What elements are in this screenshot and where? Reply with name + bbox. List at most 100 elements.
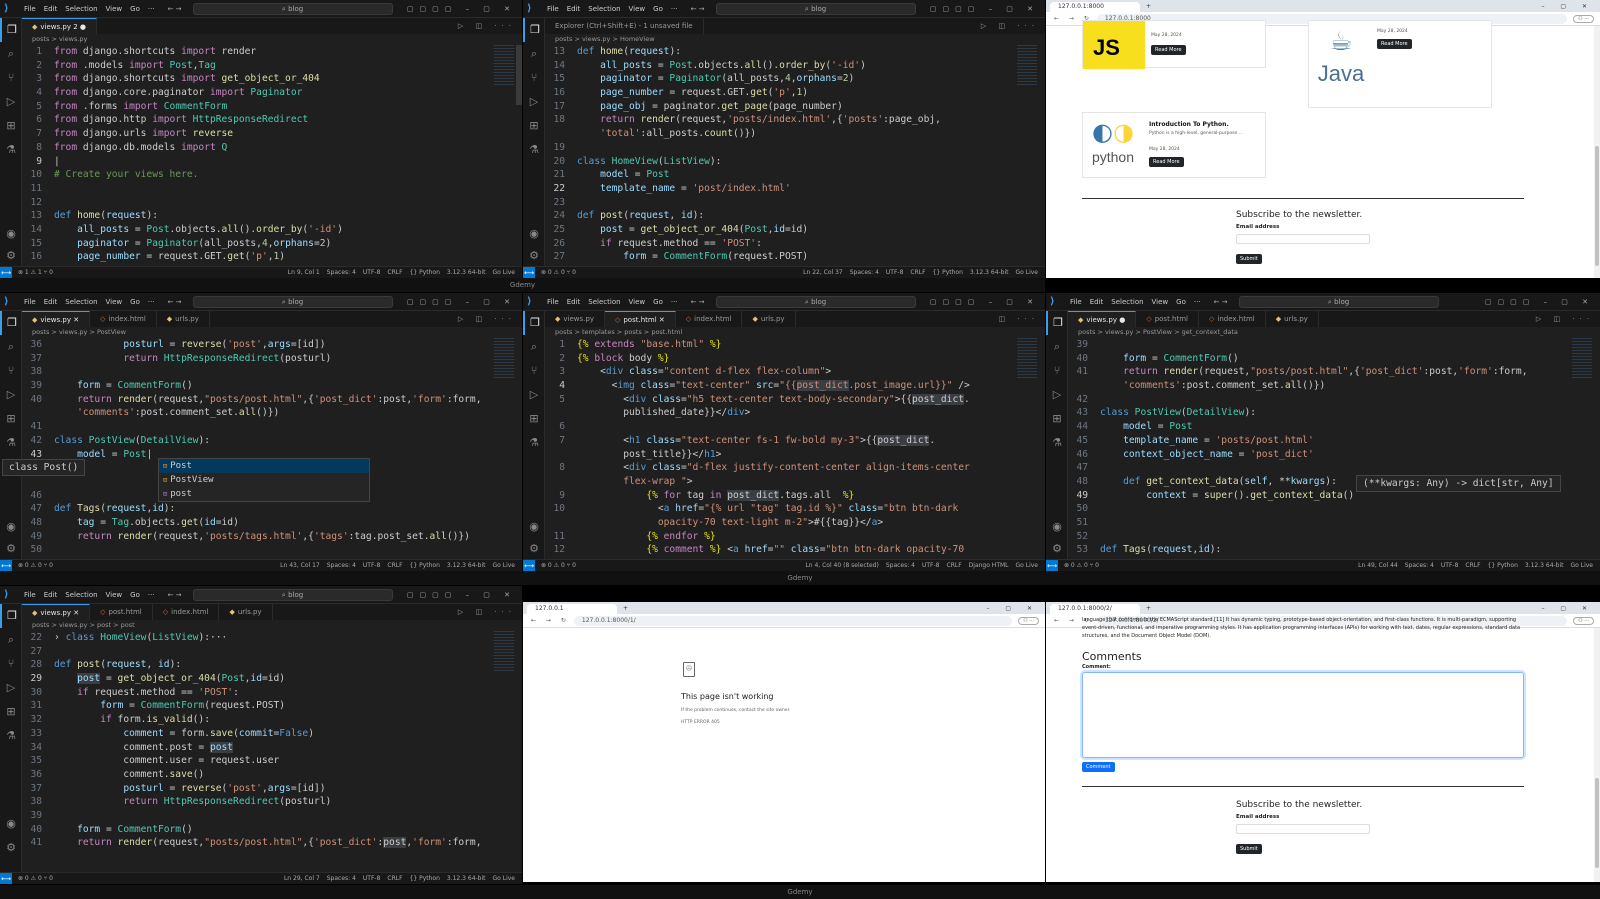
- menu-file[interactable]: File: [547, 298, 559, 306]
- menu-selection[interactable]: Selection: [65, 591, 97, 599]
- nav-arrows-icon[interactable]: ← →: [168, 591, 182, 599]
- indentation[interactable]: Spaces: 4: [327, 875, 356, 882]
- problems-count[interactable]: ⊗ 0 ⚠ 0 ⑂ 0: [18, 562, 53, 569]
- remote-icon[interactable]: ⟷: [0, 559, 12, 571]
- account-icon[interactable]: ◉: [1046, 515, 1068, 539]
- minimap[interactable]: [494, 45, 514, 85]
- explorer-icon[interactable]: ❐: [0, 311, 22, 335]
- menu-go[interactable]: Go: [1176, 298, 1186, 306]
- nav-arrows-icon[interactable]: ← →: [168, 5, 182, 13]
- search-icon[interactable]: ⌕: [0, 42, 22, 66]
- comment-button[interactable]: Comment: [1082, 762, 1115, 772]
- tab-post-html[interactable]: ◇ post.html ✕: [604, 311, 676, 327]
- indentation[interactable]: Spaces: 4: [327, 269, 356, 276]
- nav-arrows-icon[interactable]: ← →: [1214, 298, 1228, 306]
- minimap[interactable]: [1572, 338, 1592, 378]
- gear-icon[interactable]: ⚙: [0, 537, 22, 561]
- explorer-icon[interactable]: ❐: [1046, 311, 1068, 335]
- explorer-icon[interactable]: ❐: [0, 18, 22, 42]
- menu-edit[interactable]: Edit: [567, 298, 581, 306]
- account-icon[interactable]: ◉: [523, 222, 545, 246]
- editor-actions[interactable]: ▷ ◫ ···: [458, 604, 522, 620]
- menu-more[interactable]: ···: [671, 298, 678, 306]
- menu-edit[interactable]: Edit: [567, 5, 581, 13]
- code-editor[interactable]: 13 def home(request): 14 all_posts = Post…: [545, 45, 1045, 266]
- extensions-icon[interactable]: ⊞: [0, 407, 22, 431]
- nav-arrows-icon[interactable]: ← →: [691, 5, 705, 13]
- menu-file[interactable]: File: [24, 298, 36, 306]
- window-controls[interactable]: – ▢ ✕: [986, 604, 1039, 614]
- line-ending[interactable]: CRLF: [1465, 562, 1480, 569]
- email-field[interactable]: [1236, 824, 1370, 834]
- window-controls[interactable]: ▢▢▢▢ – ▢ ✕: [1485, 298, 1594, 306]
- minimap[interactable]: [1017, 338, 1037, 378]
- menu-edit[interactable]: Edit: [44, 591, 58, 599]
- new-tab-icon[interactable]: +: [1146, 604, 1151, 614]
- account-icon[interactable]: ◉: [0, 812, 22, 836]
- search-icon[interactable]: ⌕: [1046, 335, 1068, 359]
- interpreter[interactable]: 3.12.3 64-bit: [970, 269, 1009, 276]
- profile-button[interactable]: ⚇ ···: [1018, 616, 1039, 625]
- extensions-icon[interactable]: ⊞: [1046, 407, 1068, 431]
- menu-go[interactable]: Go: [130, 5, 140, 13]
- line-ending[interactable]: CRLF: [910, 269, 925, 276]
- language-mode[interactable]: {} Python: [410, 562, 440, 569]
- testing-icon[interactable]: ⚗: [0, 431, 22, 455]
- code-editor[interactable]: 22 › class HomeView(ListView):··· 27 28 de…: [22, 631, 522, 872]
- tab-urls-py[interactable]: ◆ urls.py: [219, 604, 273, 620]
- problems-count[interactable]: ⊗ 0 ⚠ 0 ⑂ 0: [541, 269, 576, 276]
- autocomplete-item[interactable]: ⊡ post: [159, 487, 369, 501]
- cursor-position[interactable]: Ln 29, Col 7: [284, 875, 320, 882]
- remote-icon[interactable]: ⟷: [1046, 559, 1058, 571]
- browser-tab[interactable]: 127.0.0.1:8000/2/: [1050, 604, 1140, 614]
- menu-go[interactable]: Go: [653, 5, 663, 13]
- window-controls[interactable]: ▢▢▢▢ – ▢ ✕: [407, 591, 516, 599]
- go-live[interactable]: Go Live: [493, 562, 515, 569]
- explorer-icon[interactable]: ❐: [523, 311, 545, 335]
- page-scrollbar[interactable]: [1594, 628, 1600, 882]
- nav-arrows-icon[interactable]: ← →: [691, 298, 705, 306]
- editor-scrollbar[interactable]: [516, 45, 522, 105]
- tab-urls-py[interactable]: ◆ urls.py: [157, 311, 210, 327]
- menu-go[interactable]: Go: [130, 298, 140, 306]
- language-mode[interactable]: Django HTML: [969, 562, 1009, 569]
- command-search[interactable]: ⌕ blog: [192, 588, 393, 601]
- menu-edit[interactable]: Edit: [1090, 298, 1104, 306]
- profile-button[interactable]: ⚇ ···: [1573, 14, 1594, 23]
- source-control-icon[interactable]: ⑂: [1046, 359, 1068, 383]
- window-controls[interactable]: ▢▢▢▢ – ▢ ✕: [407, 5, 516, 13]
- run-debug-icon[interactable]: ▷: [0, 383, 22, 407]
- cursor-position[interactable]: Ln 9, Col 1: [288, 269, 320, 276]
- search-icon[interactable]: ⌕: [0, 628, 22, 652]
- account-icon[interactable]: ◉: [0, 515, 22, 539]
- tab-post-html[interactable]: ◇ post.html: [90, 604, 153, 620]
- tab-post-html[interactable]: ◇ post.html: [1136, 311, 1199, 327]
- new-tab-icon[interactable]: +: [623, 604, 628, 614]
- editor-actions[interactable]: ▷ ◫ ···: [981, 18, 1045, 34]
- extensions-icon[interactable]: ⊞: [0, 114, 22, 138]
- gear-icon[interactable]: ⚙: [523, 244, 545, 268]
- indentation[interactable]: Spaces: 4: [850, 269, 879, 276]
- tab-index-html[interactable]: ◇ index.html: [153, 604, 220, 620]
- run-debug-icon[interactable]: ▷: [0, 90, 22, 114]
- gear-icon[interactable]: ⚙: [0, 244, 22, 268]
- minimap[interactable]: [494, 338, 514, 378]
- encoding[interactable]: UTF-8: [363, 875, 381, 882]
- language-mode[interactable]: {} Python: [410, 875, 440, 882]
- tab-urls-py[interactable]: ◆ urls.py: [1266, 311, 1319, 327]
- encoding[interactable]: UTF-8: [922, 562, 940, 569]
- search-icon[interactable]: ⌕: [523, 42, 545, 66]
- window-controls[interactable]: ▢▢▢▢ – ▢ ✕: [930, 5, 1039, 13]
- editor-actions[interactable]: ▷ ◫ ···: [458, 18, 522, 34]
- gear-icon[interactable]: ⚙: [523, 537, 545, 561]
- menu-file[interactable]: File: [547, 5, 559, 13]
- editor-actions[interactable]: ▷ ◫ ···: [1536, 311, 1600, 327]
- extensions-icon[interactable]: ⊞: [523, 407, 545, 431]
- browser-tab[interactable]: 127.0.0.1:8000: [1050, 2, 1140, 12]
- menu-more[interactable]: ···: [148, 298, 155, 306]
- account-icon[interactable]: ◉: [523, 515, 545, 539]
- language-mode[interactable]: {} Python: [1488, 562, 1518, 569]
- command-search[interactable]: ⌕ blog: [192, 2, 393, 15]
- read-more-button[interactable]: Read More: [1149, 157, 1184, 167]
- code-editor[interactable]: 39 40 form = CommentForm() 41 return ren…: [1068, 338, 1600, 559]
